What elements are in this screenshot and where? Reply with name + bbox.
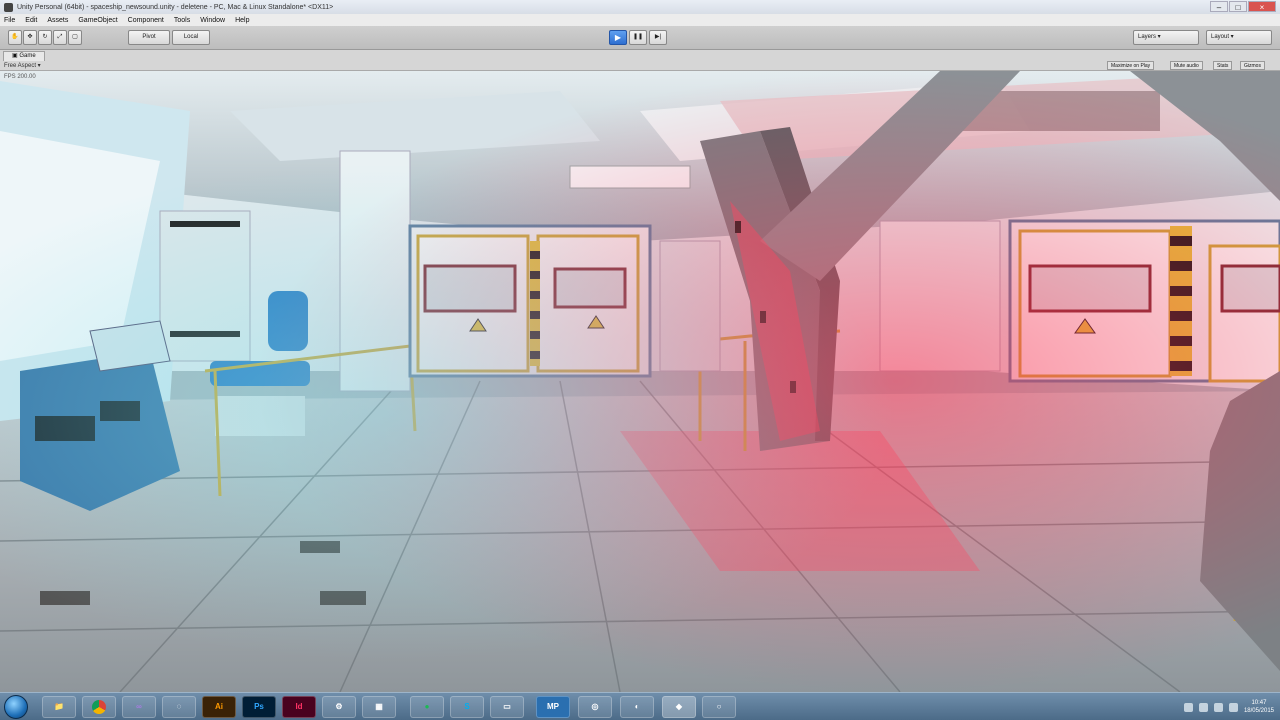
system-tray: 10:47 18/05/2015: [1183, 697, 1274, 717]
mute-audio-toggle[interactable]: Mute audio: [1170, 61, 1203, 70]
layers-dropdown[interactable]: Layers ▾: [1133, 30, 1199, 45]
steam-icon[interactable]: ⚙: [322, 696, 356, 718]
stats-toggle[interactable]: Stats: [1213, 61, 1233, 70]
minimize-button[interactable]: –: [1210, 1, 1228, 12]
tab-game[interactable]: ▣ Game: [3, 51, 45, 61]
clock[interactable]: 10:47 18/05/2015: [1244, 699, 1274, 715]
gizmos-label: Gizmos: [1244, 63, 1261, 69]
pivot-label: Pivot: [142, 34, 156, 40]
local-toggle[interactable]: Local: [172, 30, 210, 45]
unity-icon: [4, 2, 13, 12]
menu-bar: File Edit Assets GameObject Component To…: [0, 14, 1280, 26]
photoshop-icon[interactable]: Ps: [242, 696, 276, 718]
pivot-toggle[interactable]: Pivot: [128, 30, 170, 45]
tab-game-label: Game: [19, 53, 36, 59]
app-icon[interactable]: ▦: [362, 696, 396, 718]
unity-editor-button[interactable]: ◆: [662, 696, 696, 718]
unity-icon[interactable]: ◐: [620, 696, 654, 718]
menu-window[interactable]: Window: [200, 17, 225, 24]
fps-readout: FPS 200.00: [4, 74, 36, 80]
maximize-button[interactable]: □: [1229, 1, 1247, 12]
illustrator-icon[interactable]: Ai: [202, 696, 236, 718]
title-bar: Unity Personal (64bit) - spaceship_newso…: [0, 0, 1280, 14]
menu-tools[interactable]: Tools: [174, 17, 190, 24]
gizmos-dropdown[interactable]: Gizmos: [1240, 61, 1265, 70]
menu-component[interactable]: Component: [128, 17, 164, 24]
start-button[interactable]: [4, 695, 28, 719]
indesign-icon[interactable]: Id: [282, 696, 316, 718]
app-icon[interactable]: ○: [702, 696, 736, 718]
app-icon[interactable]: ▭: [490, 696, 524, 718]
play-button[interactable]: ▶: [609, 30, 627, 45]
layout-dropdown[interactable]: Layout ▾: [1206, 30, 1272, 45]
pause-button[interactable]: ❚❚: [629, 30, 647, 45]
app-icon[interactable]: ◎: [578, 696, 612, 718]
game-view-header: ▣ Game Free Aspect ▾ Maximize on Play Mu…: [0, 50, 1280, 71]
tray-icon[interactable]: [1183, 702, 1193, 712]
volume-icon[interactable]: [1228, 702, 1238, 712]
local-label: Local: [183, 34, 199, 40]
aspect-label: Free Aspect: [4, 63, 37, 69]
explorer-icon[interactable]: 📁: [42, 696, 76, 718]
visual-studio-icon[interactable]: ∞: [122, 696, 156, 718]
windows-taskbar: 📁 ∞ ◌ Ai Ps Id ⚙ ▦ ● S ▭ MP ◎ ◐ ◆ ○ 10:4…: [0, 692, 1280, 720]
menu-file[interactable]: File: [4, 17, 15, 24]
maximize-on-play-toggle[interactable]: Maximize on Play: [1107, 61, 1155, 70]
scene-render: [0, 71, 1280, 692]
layers-label: Layers: [1138, 34, 1157, 40]
mp-label: MP: [547, 702, 559, 711]
close-button[interactable]: ×: [1248, 1, 1276, 12]
menu-edit[interactable]: Edit: [25, 17, 37, 24]
aspect-dropdown[interactable]: Free Aspect ▾: [4, 62, 41, 69]
network-icon[interactable]: [1213, 702, 1223, 712]
hand-tool-button[interactable]: ✋: [8, 30, 22, 45]
maximize-on-play-label: Maximize on Play: [1111, 63, 1151, 69]
chrome-icon[interactable]: [82, 696, 116, 718]
clock-date: 18/05/2015: [1243, 708, 1274, 714]
spotify-icon[interactable]: ●: [410, 696, 444, 718]
step-button[interactable]: ▶|: [649, 30, 667, 45]
window-title: Unity Personal (64bit) - spaceship_newso…: [17, 3, 334, 11]
menu-help[interactable]: Help: [235, 17, 249, 24]
rotate-tool-button[interactable]: ↻: [38, 30, 52, 45]
app-icon[interactable]: ◌: [162, 696, 196, 718]
move-tool-button[interactable]: ✥: [23, 30, 37, 45]
mute-audio-label: Mute audio: [1174, 63, 1199, 69]
window-controls: – □ ×: [1210, 1, 1276, 12]
layout-label: Layout: [1211, 34, 1230, 40]
stats-label: Stats: [1217, 63, 1229, 69]
tray-icon[interactable]: [1198, 702, 1208, 712]
clock-time: 10:47: [1251, 700, 1267, 706]
mp-app-button[interactable]: MP: [536, 696, 570, 718]
menu-assets[interactable]: Assets: [47, 17, 68, 24]
game-viewport[interactable]: FPS 200.00: [0, 71, 1280, 692]
skype-icon[interactable]: S: [450, 696, 484, 718]
toolbar: ✋ ✥ ↻ ⤢ ▢ Pivot Local ▶ ❚❚ ▶| Layers ▾ L…: [0, 26, 1280, 50]
rect-tool-button[interactable]: ▢: [68, 30, 82, 45]
menu-gameobject[interactable]: GameObject: [78, 17, 117, 24]
scale-tool-button[interactable]: ⤢: [53, 30, 67, 45]
